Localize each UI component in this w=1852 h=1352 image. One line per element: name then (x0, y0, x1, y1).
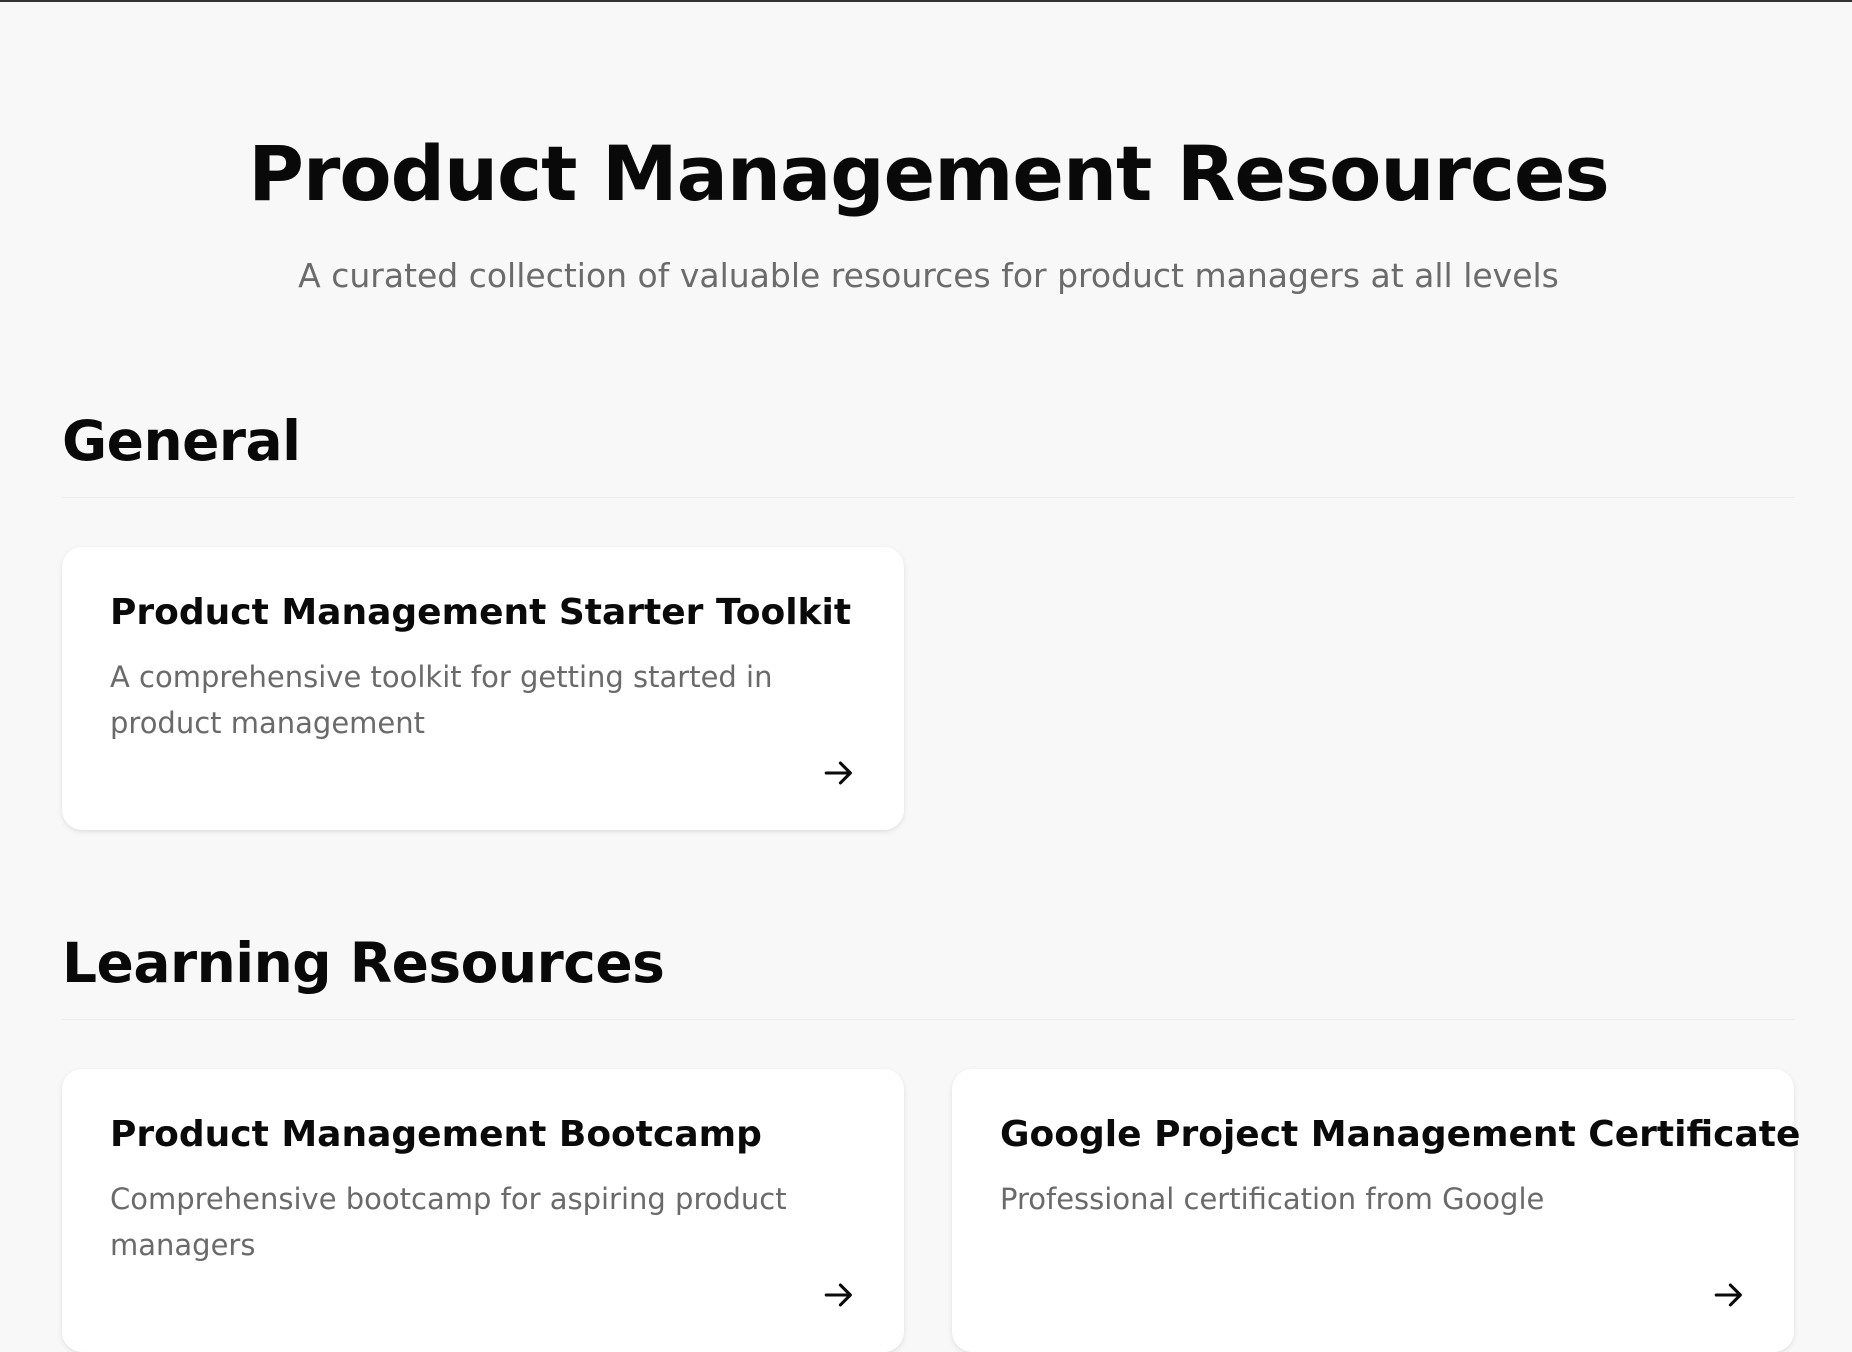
page-title: Product Management Resources (248, 129, 1610, 218)
resource-card-description: Comprehensive bootcamp for aspiring prod… (110, 1182, 787, 1263)
resource-card-description: A comprehensive toolkit for getting star… (110, 660, 773, 741)
arrow-right-icon[interactable] (1712, 1278, 1746, 1312)
section-learning-resources: Learning Resources Product Management Bo… (62, 931, 1801, 1352)
hero: Product Management Resources A curated c… (62, 2, 1795, 295)
card-grid: Product Management Bootcamp Comprehensiv… (62, 1069, 1801, 1352)
resource-card-title: Google Project Management Certificate (1000, 1114, 1801, 1155)
resource-card[interactable]: Google Project Management Certificate Pr… (952, 1069, 1801, 1352)
section-heading: General (62, 409, 301, 473)
resource-card-description: Professional certification from Google (1000, 1182, 1545, 1217)
card-grid: Product Management Starter Toolkit A com… (62, 547, 1795, 830)
page: Product Management Resources A curated c… (62, 2, 1800, 1352)
resource-card[interactable]: Product Management Bootcamp Comprehensiv… (62, 1069, 904, 1352)
resource-card-title: Product Management Bootcamp (110, 1114, 762, 1155)
arrow-right-icon[interactable] (822, 756, 856, 790)
arrow-right-icon[interactable] (822, 1278, 856, 1312)
section-heading: Learning Resources (62, 931, 665, 995)
section-divider (62, 1019, 1795, 1020)
section-general: General Product Management Starter Toolk… (62, 414, 1795, 830)
resource-card-title: Product Management Starter Toolkit (110, 592, 852, 633)
page-subtitle: A curated collection of valuable resourc… (298, 255, 1559, 295)
resource-card[interactable]: Product Management Starter Toolkit A com… (62, 547, 904, 830)
section-divider (62, 497, 1795, 498)
